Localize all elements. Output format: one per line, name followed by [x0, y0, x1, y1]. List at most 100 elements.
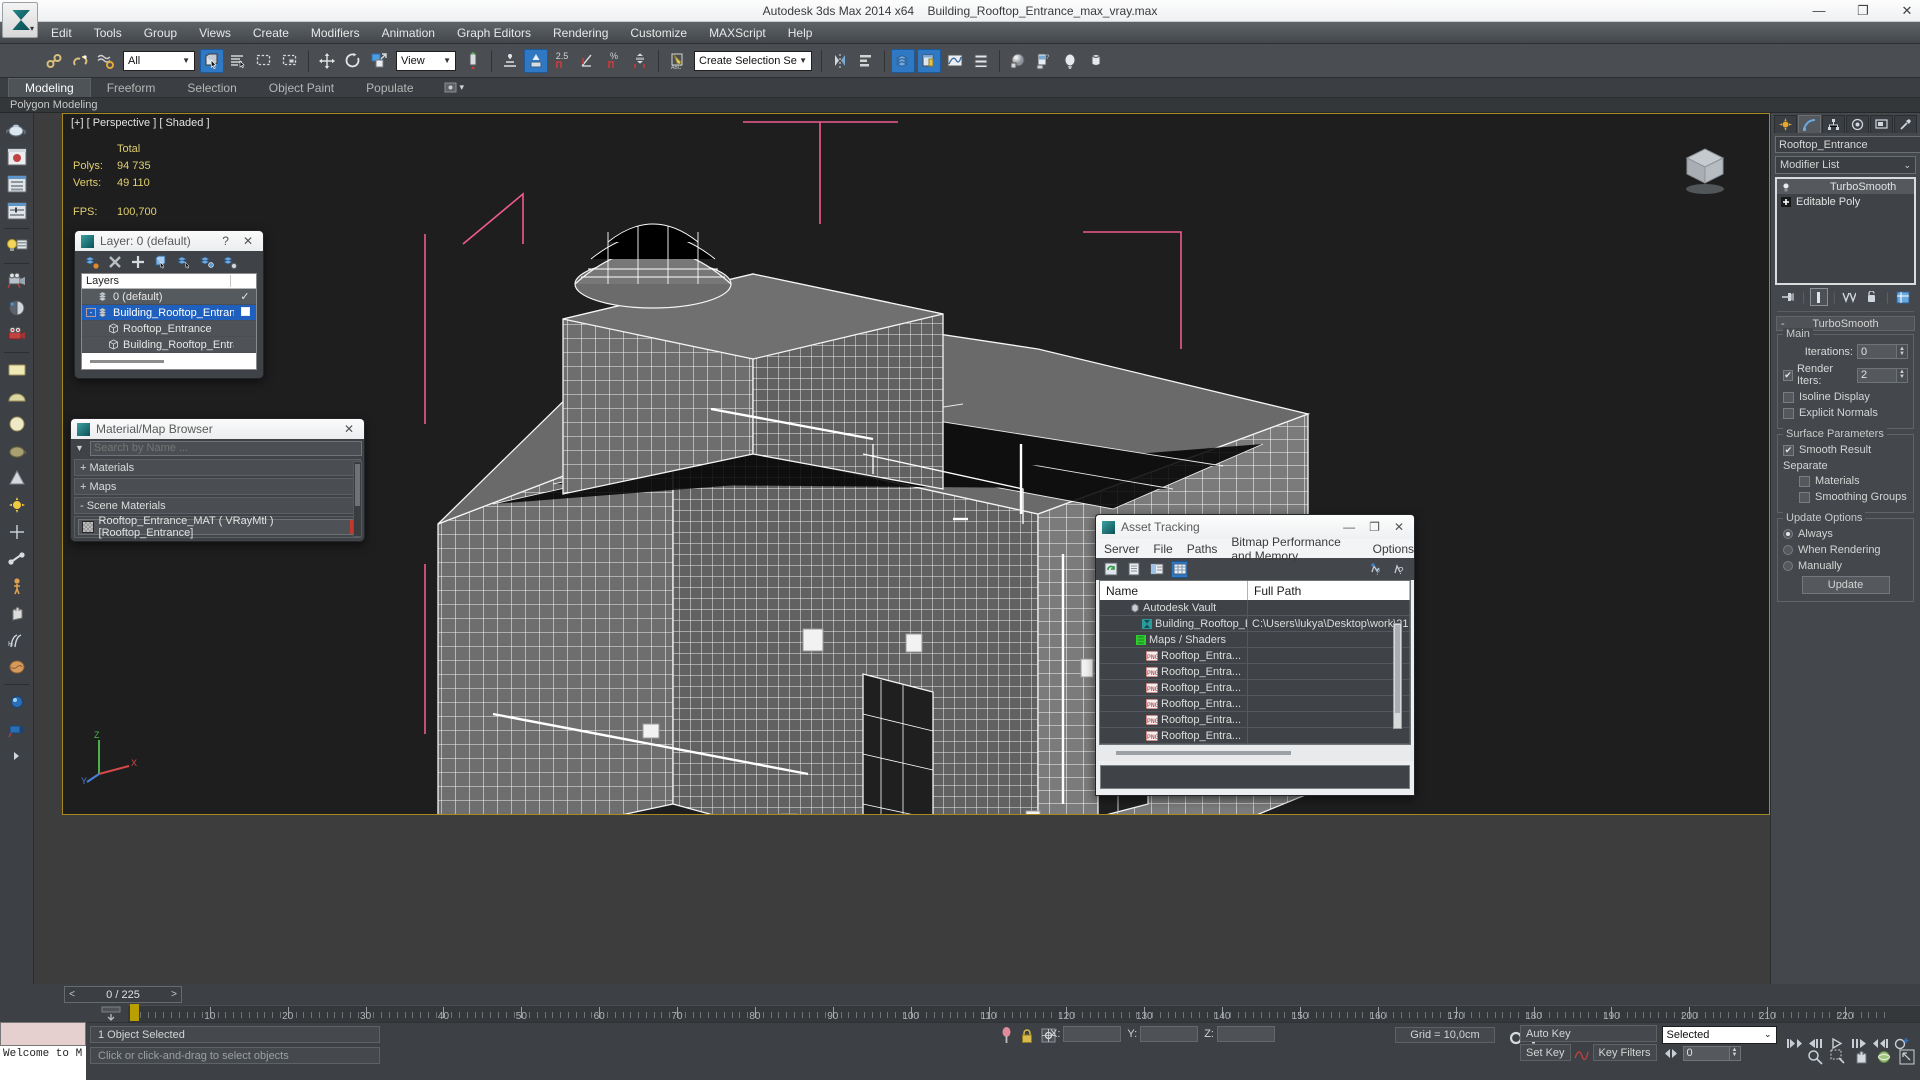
mirror-icon[interactable]: [828, 49, 852, 73]
maxscript-mini-listener[interactable]: Welcome to M: [0, 1022, 86, 1080]
window-crossing-toggle-icon[interactable]: [278, 49, 302, 73]
select-objects-in-layer-icon[interactable]: [177, 255, 191, 269]
rollout-materials[interactable]: + Materials: [74, 459, 361, 476]
bind-to-space-warp-icon[interactable]: [94, 49, 118, 73]
render-iters-input[interactable]: [1857, 367, 1897, 383]
modify-tab[interactable]: [1798, 115, 1821, 133]
render-iters-checkbox[interactable]: ✔: [1783, 369, 1793, 381]
selection-filter-combo[interactable]: All ▼: [123, 50, 195, 71]
track-view-key-icon[interactable]: [100, 1006, 122, 1022]
cone-primitive-icon[interactable]: [3, 465, 31, 491]
key-mode-select[interactable]: Selected ⌄: [1661, 1025, 1777, 1044]
minimize-button[interactable]: —: [1810, 3, 1828, 18]
table-row[interactable]: PNG Rooftop_Entra...: [1100, 696, 1410, 712]
y-input[interactable]: [1140, 1026, 1199, 1042]
goto-start-icon[interactable]: [1786, 1037, 1803, 1050]
radio-always-icon[interactable]: [1783, 529, 1793, 539]
explicit-normals-checkbox[interactable]: [1783, 407, 1794, 419]
separate-smoothing-groups-checkbox[interactable]: [1799, 491, 1810, 503]
separate-smoothing-groups-row[interactable]: Smoothing Groups: [1783, 491, 1908, 503]
close-icon[interactable]: ✕: [1390, 520, 1408, 534]
cloth-icon[interactable]: [3, 654, 31, 680]
table-row[interactable]: PNG Rooftop_Entra...: [1100, 712, 1410, 728]
use-pivot-point-center-icon[interactable]: [461, 49, 485, 73]
select-object-button[interactable]: [200, 48, 224, 73]
table-row[interactable]: Autodesk Vault: [1100, 600, 1410, 616]
rollout-scene-materials[interactable]: - Scene Materials: [74, 497, 361, 514]
key-curve-icon[interactable]: [1573, 1046, 1590, 1060]
expander-icon[interactable]: -: [86, 308, 96, 317]
spinner-snap-toggle-icon[interactable]: [628, 49, 652, 73]
bone-icon[interactable]: [3, 546, 31, 572]
column-header-full-path[interactable]: Full Path: [1248, 581, 1410, 600]
update-option-always[interactable]: Always: [1783, 528, 1908, 540]
menu-item-tools[interactable]: Tools: [83, 24, 133, 42]
menu-item-paths[interactable]: Paths: [1187, 542, 1218, 556]
render-iters-spinner[interactable]: ▲▼: [1857, 367, 1908, 383]
menu-item-graph-editors[interactable]: Graph Editors: [446, 24, 542, 42]
layer-properties-icon[interactable]: [223, 255, 237, 269]
ribbon-tab-freeform[interactable]: Freeform: [91, 79, 172, 97]
grid-view-icon[interactable]: [1171, 560, 1188, 578]
delete-layer-icon[interactable]: [108, 255, 122, 269]
table-row[interactable]: Building_Rooftop_E... C:\Users\lukya\Des…: [1100, 616, 1410, 632]
spinner-arrows-icon[interactable]: ▲ ▼: [1729, 1045, 1741, 1061]
separate-materials-checkbox[interactable]: [1799, 475, 1810, 487]
angle-snap-toggle2-icon[interactable]: [576, 49, 600, 73]
angle-snap-toggle-icon[interactable]: [524, 48, 548, 73]
time-slider-handle[interactable]: [130, 1004, 139, 1021]
spinner-arrows-icon[interactable]: ▲ ▼: [1897, 367, 1908, 383]
table-row[interactable]: PNG Rooftop_Entra...: [1100, 728, 1410, 744]
render-window-icon[interactable]: [3, 144, 31, 170]
named-selection-set-combo[interactable]: Create Selection Se ▼: [694, 50, 812, 71]
vray-light-icon[interactable]: [3, 689, 31, 715]
close-icon[interactable]: ✕: [340, 422, 358, 436]
percent-snap-toggle-icon[interactable]: %: [602, 49, 626, 73]
pin-stack-icon[interactable]: [1779, 288, 1797, 306]
layer-state-box-icon[interactable]: [234, 306, 256, 319]
menu-item-customize[interactable]: Customize: [619, 24, 698, 42]
scene-materials-list[interactable]: Rooftop_Entrance_MAT ( VRayMtl ) [Roofto…: [74, 515, 361, 539]
layer-list-hscrollbar[interactable]: [82, 353, 256, 369]
modifier-stack[interactable]: TurboSmooth Editable Poly: [1775, 177, 1916, 285]
detail-view-icon[interactable]: [1148, 561, 1165, 578]
ribbon-options-button[interactable]: ▾: [444, 81, 464, 94]
material-map-browser[interactable]: Material/Map Browser ✕ ▼ + Materials + M…: [70, 418, 365, 542]
make-unique-icon[interactable]: [1840, 288, 1858, 306]
plus-box-icon[interactable]: [1781, 196, 1791, 207]
zoom-region-icon[interactable]: [1828, 1047, 1847, 1066]
align-icon[interactable]: [854, 49, 878, 73]
isoline-display-checkbox[interactable]: [1783, 391, 1794, 403]
angle-snap-value-icon[interactable]: 2.5: [550, 49, 574, 73]
ribbon-tab-selection[interactable]: Selection: [171, 79, 252, 97]
layer-row-default[interactable]: 0 (default) ✓: [82, 289, 256, 305]
edit-named-selection-sets-icon[interactable]: ABC: [665, 49, 689, 73]
iterations-spinner[interactable]: ▲▼: [1857, 344, 1908, 359]
help-new-icon[interactable]: ?: [1368, 561, 1385, 578]
update-option-when-rendering[interactable]: When Rendering: [1783, 544, 1908, 556]
teapot-primitive-icon[interactable]: [3, 438, 31, 464]
filter-dropdown-icon[interactable]: ▼: [73, 443, 86, 453]
layer-active-check-icon[interactable]: ✓: [234, 290, 256, 303]
vray-camera-icon[interactable]: [3, 716, 31, 742]
layer-dialog-titlebar[interactable]: Layer: 0 (default) ? ✕: [75, 231, 263, 251]
minimize-button[interactable]: —: [1339, 520, 1359, 534]
help-icon[interactable]: ?: [1391, 561, 1408, 578]
z-input[interactable]: [1216, 1026, 1275, 1042]
menu-item-bitmap-performance[interactable]: Bitmap Performance and Memory: [1231, 535, 1358, 563]
hierarchy-tab[interactable]: [1822, 115, 1845, 133]
lightbulb-icon[interactable]: [1781, 182, 1791, 192]
dialog-list-icon[interactable]: [3, 171, 31, 197]
explicit-normals-row[interactable]: Explicit Normals: [1783, 407, 1908, 419]
isoline-display-row[interactable]: Isoline Display: [1783, 391, 1908, 403]
layer-row-building-rooftop-entrance[interactable]: - Building_Rooftop_Entrance: [82, 305, 256, 321]
maxscript-input-line[interactable]: [0, 1022, 86, 1046]
layer-row-object-building-rooftop-entrance[interactable]: Building_Rooftop_Entrance: [82, 337, 256, 353]
frame-input[interactable]: [1682, 1045, 1730, 1061]
rectangular-selection-region-icon[interactable]: [252, 49, 276, 73]
asset-tracking-dialog[interactable]: Asset Tracking — ❐ ✕ Server File Paths B…: [1095, 514, 1415, 796]
ribbon-tab-populate[interactable]: Populate: [350, 79, 429, 97]
menu-item-maxscript[interactable]: MAXScript: [698, 24, 777, 42]
select-and-scale-icon[interactable]: [367, 49, 391, 73]
layer-dialog[interactable]: Layer: 0 (default) ? ✕ Layers 0 (default…: [74, 230, 264, 379]
